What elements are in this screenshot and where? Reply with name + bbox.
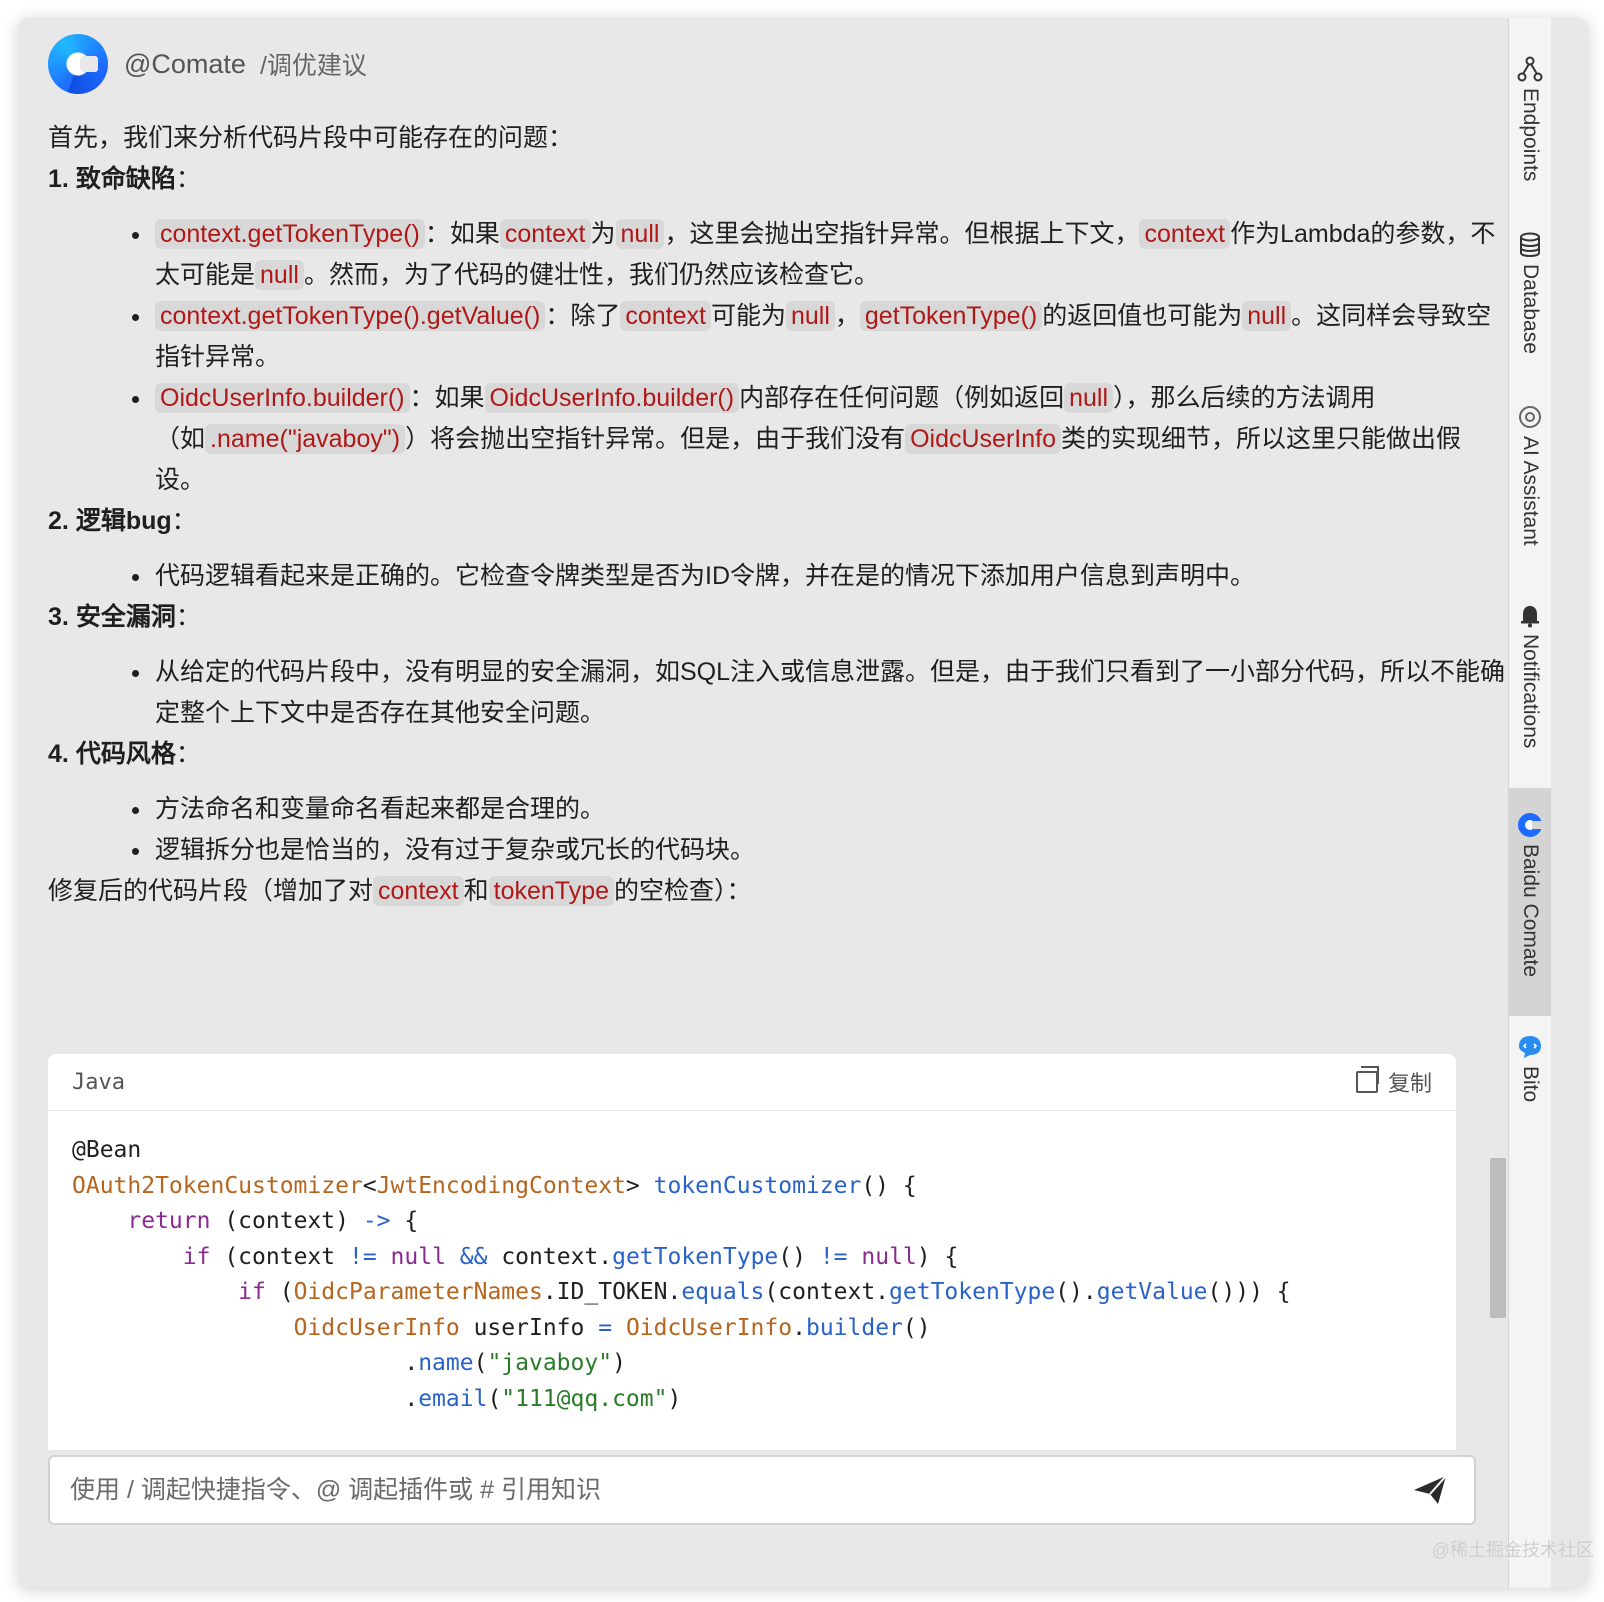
list-item: 代码逻辑看起来是正确的。它检查令牌类型是否为ID令牌，并在是的情况下添加用户信息… (153, 556, 1508, 597)
section-1-list: context.getTokenType()：如果context为null，这里… (48, 214, 1508, 501)
code-block: Java 复制 @Bean OAuth2TokenCustomizer<JwtE… (48, 1054, 1456, 1450)
code-language-label: Java (72, 1069, 125, 1095)
message-body: 首先，我们来分析代码片段中可能存在的问题： 1. 致命缺陷： context.g… (48, 118, 1508, 912)
intro-text: 首先，我们来分析代码片段中可能存在的问题： (48, 124, 574, 152)
chat-input-box[interactable] (48, 1455, 1476, 1525)
section-4-list: 方法命名和变量命名看起来都是合理的。 逻辑拆分也是恰当的，没有过于复杂或冗长的代… (48, 789, 1508, 871)
endpoints-icon (1517, 56, 1543, 82)
fix-intro-text: 修复后的代码片段（增加了对 context 和 tokenType 的空检查）： (48, 876, 752, 906)
copy-label: 复制 (1387, 1071, 1432, 1096)
section-heading-3: 3. 安全漏洞： (48, 603, 201, 631)
comate-avatar (48, 34, 108, 94)
list-item: 从给定的代码片段中，没有明显的安全漏洞，如SQL注入或信息泄露。但是，由于我们只… (153, 652, 1508, 734)
ai-assistant-icon (1519, 406, 1541, 428)
comate-icon (1518, 813, 1543, 837)
tool-window-sidebar: Endpoints Database AI Assistant Notifica… (1508, 18, 1551, 1588)
chat-scrollbar[interactable] (1490, 1158, 1506, 1318)
sidebar-item-bito[interactable]: Bito (1509, 1034, 1551, 1102)
list-item: OidcUserInfo.builder()：如果OidcUserInfo.bu… (153, 378, 1508, 501)
sidebar-item-baidu-comate[interactable]: Baidu Comate (1509, 788, 1551, 1016)
code-content: @Bean OAuth2TokenCustomizer<JwtEncodingC… (72, 1137, 1291, 1412)
database-icon (1520, 232, 1540, 257)
chat-input[interactable] (50, 1474, 1410, 1506)
send-icon[interactable] (1410, 1470, 1450, 1510)
chat-panel: @Comate /调优建议 首先，我们来分析代码片段中可能存在的问题： 1. 致… (18, 18, 1525, 1450)
message-header: @Comate /调优建议 (48, 34, 367, 94)
list-item: 逻辑拆分也是恰当的，没有过于复杂或冗长的代码块。 (153, 830, 1508, 871)
command-label: /调优建议 (259, 52, 367, 80)
list-item: 方法命名和变量命名看起来都是合理的。 (153, 789, 1508, 830)
mention-label: @Comate (124, 48, 246, 79)
sidebar-item-endpoints[interactable]: Endpoints (1509, 56, 1551, 181)
bell-icon (1521, 606, 1539, 628)
watermark: @稀土掘金技术社区 (1431, 1540, 1594, 1560)
bito-icon (1519, 1036, 1541, 1058)
app-window: @Comate /调优建议 首先，我们来分析代码片段中可能存在的问题： 1. 致… (18, 18, 1588, 1588)
section-heading-1: 1. 致命缺陷： (48, 165, 201, 193)
list-item: context.getTokenType().getValue()：除了cont… (153, 296, 1508, 378)
sidebar-item-database[interactable]: Database (1509, 232, 1551, 354)
section-heading-4: 4. 代码风格： (48, 740, 201, 768)
sidebar-item-notifications[interactable]: Notifications (1509, 602, 1551, 748)
section-heading-2: 2. 逻辑bug： (48, 507, 197, 535)
copy-button[interactable]: 复制 (1355, 1066, 1432, 1098)
list-item: context.getTokenType()：如果context为null，这里… (153, 214, 1508, 296)
code-block-header: Java 复制 (48, 1054, 1456, 1111)
section-2-list: 代码逻辑看起来是正确的。它检查令牌类型是否为ID令牌，并在是的情况下添加用户信息… (48, 556, 1508, 597)
sidebar-item-ai-assistant[interactable]: AI Assistant (1509, 404, 1551, 546)
copy-icon (1355, 1066, 1379, 1093)
section-3-list: 从给定的代码片段中，没有明显的安全漏洞，如SQL注入或信息泄露。但是，由于我们只… (48, 652, 1508, 734)
